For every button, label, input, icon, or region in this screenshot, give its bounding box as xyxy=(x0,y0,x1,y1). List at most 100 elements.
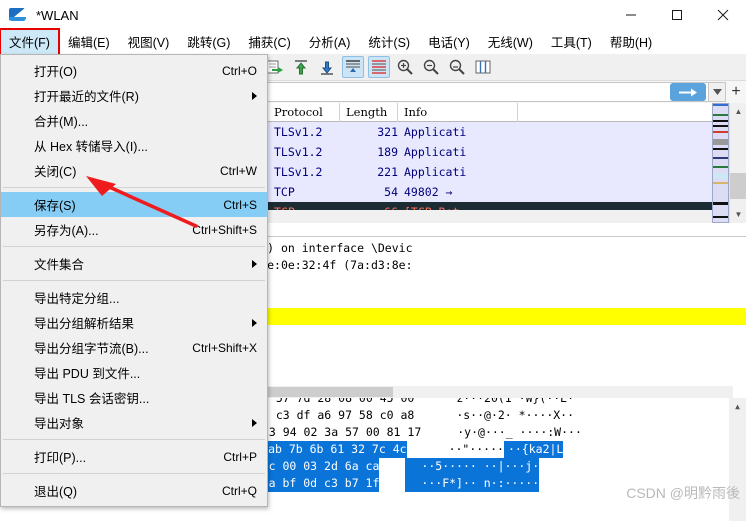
menu-edit[interactable]: 编辑(E) xyxy=(59,29,119,55)
menu-item-label: 导出 TLS 会话密钥... xyxy=(34,388,257,407)
resize-columns-icon[interactable] xyxy=(472,56,494,78)
ascii-text: ·s··@·2· *····X·· xyxy=(440,407,574,424)
menu-item-merge[interactable]: 合并(M)... xyxy=(1,108,267,133)
submenu-arrow-icon xyxy=(252,419,257,427)
filter-bookmark-dropdown[interactable] xyxy=(708,82,726,102)
menu-separator xyxy=(3,280,265,281)
menu-item-export-pdus-to-file[interactable]: 导出 PDU 到文件... xyxy=(1,360,267,385)
menu-item-open[interactable]: 打开(O) Ctrl+O xyxy=(1,58,267,83)
cell-info: Applicati xyxy=(398,142,518,162)
close-icon[interactable] xyxy=(700,0,746,30)
menu-item-import-from-hex-dump[interactable]: 从 Hex 转储导入(I)... xyxy=(1,133,267,158)
menu-separator xyxy=(3,473,265,474)
menu-wireless[interactable]: 无线(W) xyxy=(479,29,542,55)
menu-item-shortcut: Ctrl+P xyxy=(223,450,257,464)
menu-file[interactable]: 文件(F) xyxy=(0,29,59,55)
menu-bar: 文件(F) 编辑(E) 视图(V) 跳转(G) 捕获(C) 分析(A) 统计(S… xyxy=(0,30,746,54)
menu-telephony[interactable]: 电话(Y) xyxy=(419,29,479,55)
menu-item-label: 导出分组字节流(B)... xyxy=(34,338,192,357)
menu-separator xyxy=(3,246,265,247)
minimize-icon[interactable] xyxy=(608,0,654,30)
apply-filter-button[interactable] xyxy=(670,83,706,101)
title-bar-left: *WLAN xyxy=(0,7,608,23)
packet-list-vertical-scrollbar[interactable]: ▲ ▼ xyxy=(729,103,746,223)
menu-item-label: 文件集合 xyxy=(34,254,257,273)
menu-item-label: 导出特定分组... xyxy=(34,288,257,307)
menu-item-label: 打开最近的文件(R) xyxy=(34,86,257,105)
window-title: *WLAN xyxy=(36,8,79,23)
cell-info: 49802 → xyxy=(398,182,518,202)
file-menu-dropdown[interactable]: 打开(O) Ctrl+O 打开最近的文件(R) 合并(M)... 从 Hex 转… xyxy=(0,54,268,507)
menu-item-file-set[interactable]: 文件集合 xyxy=(1,251,267,276)
cell-length: 189 xyxy=(340,142,398,162)
menu-analyze[interactable]: 分析(A) xyxy=(300,29,360,55)
menu-view[interactable]: 视图(V) xyxy=(119,29,179,55)
column-header-info[interactable]: Info xyxy=(398,103,518,122)
menu-item-export-objects[interactable]: 导出对象 xyxy=(1,410,267,435)
menu-item-quit[interactable]: 退出(Q) Ctrl+Q xyxy=(1,478,267,503)
hex-bytes-right: c3 94 02 3a 57 00 81 17 xyxy=(254,424,421,441)
scrollbar-thumb[interactable] xyxy=(730,173,746,199)
menu-item-label: 从 Hex 转储导入(I)... xyxy=(34,136,257,155)
menu-item-shortcut: Ctrl+O xyxy=(222,64,257,78)
cell-protocol: TLSv1.2 xyxy=(268,122,340,142)
menu-item-label: 另存为(A)... xyxy=(34,220,192,239)
column-header-length[interactable]: Length xyxy=(340,103,398,122)
menu-item-shortcut: Ctrl+Q xyxy=(222,484,257,498)
submenu-arrow-icon xyxy=(252,319,257,327)
menu-separator xyxy=(3,439,265,440)
zoom-in-icon[interactable] xyxy=(394,56,416,78)
menu-item-shortcut: Ctrl+Shift+X xyxy=(192,341,257,355)
column-header-protocol[interactable]: Protocol xyxy=(268,103,340,122)
menu-help[interactable]: 帮助(H) xyxy=(601,29,661,55)
submenu-arrow-icon xyxy=(252,92,257,100)
colorize-packets-icon[interactable] xyxy=(368,56,390,78)
maximize-icon[interactable] xyxy=(654,0,700,30)
menu-item-export-packet-bytes[interactable]: 导出分组字节流(B)... Ctrl+Shift+X xyxy=(1,335,267,360)
menu-item-label: 导出 PDU 到文件... xyxy=(34,363,257,382)
cell-protocol: TCP xyxy=(268,182,340,202)
menu-item-label: 打开(O) xyxy=(34,61,222,80)
menu-item-export-packet-dissections[interactable]: 导出分组解析结果 xyxy=(1,310,267,335)
go-to-last-packet-icon[interactable] xyxy=(316,56,338,78)
menu-item-save[interactable]: 保存(S) Ctrl+S xyxy=(1,192,267,217)
cell-info: Applicati xyxy=(398,122,518,142)
menu-item-export-tls-session-keys[interactable]: 导出 TLS 会话密钥... xyxy=(1,385,267,410)
go-to-first-packet-icon[interactable] xyxy=(290,56,312,78)
menu-item-label: 导出对象 xyxy=(34,413,257,432)
menu-item-shortcut: Ctrl+S xyxy=(223,198,257,212)
menu-item-shortcut: Ctrl+Shift+S xyxy=(192,223,257,237)
menu-separator xyxy=(3,187,265,188)
scroll-down-icon[interactable]: ▼ xyxy=(730,206,746,223)
scroll-up-icon[interactable]: ▲ xyxy=(730,103,746,120)
menu-item-label: 打印(P)... xyxy=(34,447,223,466)
menu-capture[interactable]: 捕获(C) xyxy=(239,29,299,55)
cell-info: Applicati xyxy=(398,162,518,182)
menu-item-close[interactable]: 关闭(C) Ctrl+W xyxy=(1,158,267,183)
cell-length: 321 xyxy=(340,122,398,142)
ascii-text-selected: ···F*]·· n·:····· xyxy=(405,475,539,492)
wireshark-window: *WLAN 文件(F) 编辑(E) 视图(V) 跳转(G) 捕获(C) 分析(A… xyxy=(0,0,746,521)
packet-intelligent-scrollbar-map[interactable] xyxy=(712,103,729,223)
submenu-arrow-icon xyxy=(252,260,257,268)
menu-statistics[interactable]: 统计(S) xyxy=(359,29,419,55)
menu-tools[interactable]: 工具(T) xyxy=(542,29,601,55)
packet-list-scroll-area[interactable]: ▲ ▼ xyxy=(712,103,746,223)
menu-item-print[interactable]: 打印(P)... Ctrl+P xyxy=(1,444,267,469)
hex-bytes-right: a c3 df a6 97 58 c0 a8 xyxy=(254,407,414,424)
menu-item-label: 合并(M)... xyxy=(34,111,257,130)
scroll-up-icon[interactable]: ▲ xyxy=(729,398,746,415)
add-filter-column-button[interactable]: + xyxy=(726,82,746,102)
menu-item-label: 关闭(C) xyxy=(34,161,220,180)
cell-protocol: TLSv1.2 xyxy=(268,142,340,162)
menu-item-save-as[interactable]: 另存为(A)... Ctrl+Shift+S xyxy=(1,217,267,242)
zoom-reset-icon[interactable] xyxy=(446,56,468,78)
menu-item-open-recent[interactable]: 打开最近的文件(R) xyxy=(1,83,267,108)
menu-go[interactable]: 跳转(G) xyxy=(178,29,239,55)
zoom-out-icon[interactable] xyxy=(420,56,442,78)
menu-item-label: 导出分组解析结果 xyxy=(34,313,257,332)
auto-scroll-icon[interactable] xyxy=(342,56,364,78)
menu-item-shortcut: Ctrl+W xyxy=(220,164,257,178)
title-bar: *WLAN xyxy=(0,0,746,30)
menu-item-export-specified-packets[interactable]: 导出特定分组... xyxy=(1,285,267,310)
